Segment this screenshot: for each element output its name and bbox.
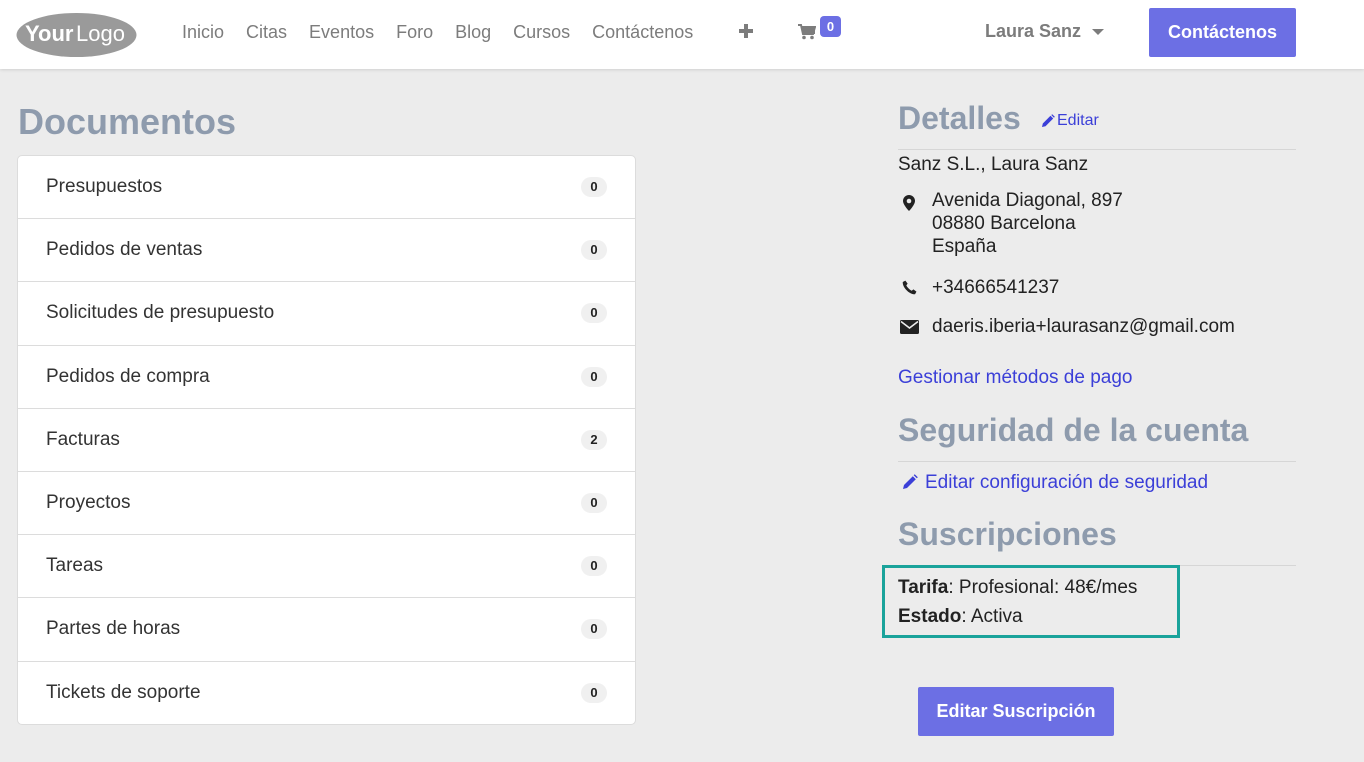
document-item-proyectos[interactable]: Proyectos 0 xyxy=(18,472,635,536)
phone-icon xyxy=(902,280,917,295)
user-name: Laura Sanz xyxy=(985,21,1082,41)
nav-link-citas[interactable]: Citas xyxy=(235,22,298,43)
nav-link-eventos[interactable]: Eventos xyxy=(298,22,385,43)
document-item-label: Proyectos xyxy=(46,492,131,514)
document-count-badge: 0 xyxy=(581,619,607,640)
document-count-badge: 0 xyxy=(581,493,607,514)
nav-link-blog[interactable]: Blog xyxy=(444,22,502,43)
details-divider xyxy=(898,149,1296,150)
plus-icon[interactable] xyxy=(738,22,754,40)
documents-title: Documentos xyxy=(18,101,237,142)
nav-link-contactenos[interactable]: Contáctenos xyxy=(581,22,704,43)
security-divider xyxy=(898,461,1296,462)
details-edit-label: Editar xyxy=(1057,112,1099,129)
document-item-partes-de-horas[interactable]: Partes de horas 0 xyxy=(18,598,635,662)
caret-down-icon xyxy=(1092,29,1105,35)
logo-image[interactable]: Your Logo xyxy=(16,10,137,58)
document-count-badge: 0 xyxy=(581,177,607,198)
document-count-badge: 0 xyxy=(581,303,607,324)
security-title: Seguridad de la cuenta xyxy=(898,412,1249,448)
edit-security-settings-link[interactable]: Editar configuración de seguridad xyxy=(925,472,1208,494)
document-count-badge: 0 xyxy=(581,366,607,387)
subscription-details-box: Tarifa: Profesional: 48€/mes Estado: Act… xyxy=(882,565,1180,638)
document-item-label: Pedidos de compra xyxy=(46,365,210,387)
document-item-pedidos-de-compra[interactable]: Pedidos de compra 0 xyxy=(18,346,635,409)
document-count-badge: 0 xyxy=(581,240,607,261)
subscriptions-title: Suscripciones xyxy=(898,516,1117,552)
navbar: Your Logo Inicio Citas Eventos Foro Blog… xyxy=(0,0,1364,69)
document-item-label: Tickets de soporte xyxy=(46,682,201,704)
document-item-label: Solicitudes de presupuesto xyxy=(46,302,275,324)
nav-link-inicio[interactable]: Inicio xyxy=(171,22,235,43)
logo-text-logo: Logo xyxy=(76,21,125,46)
documents-list: Presupuestos 0 Pedidos de ventas 0 Solic… xyxy=(17,155,636,725)
details-edit-link[interactable]: Editar xyxy=(1041,112,1099,130)
cart-count-badge: 0 xyxy=(820,16,841,37)
map-marker-icon xyxy=(903,195,915,211)
document-item-facturas[interactable]: Facturas 2 xyxy=(18,409,635,472)
document-item-label: Partes de horas xyxy=(46,618,181,640)
document-item-solicitudes-de-presupuesto[interactable]: Solicitudes de presupuesto 0 xyxy=(18,282,635,346)
document-item-label: Presupuestos xyxy=(46,176,163,198)
email-address: daeris.iberia+laurasanz@gmail.com xyxy=(932,316,1235,337)
document-item-label: Pedidos de ventas xyxy=(46,239,203,261)
plan-label: Tarifa xyxy=(898,577,949,598)
details-title: Detalles xyxy=(898,100,1021,136)
document-count-badge: 2 xyxy=(581,429,607,450)
cart-icon[interactable] xyxy=(798,24,816,40)
document-item-tareas[interactable]: Tareas 0 xyxy=(18,535,635,599)
pencil-icon xyxy=(1042,114,1055,127)
phone-number: +34666541237 xyxy=(932,277,1060,298)
document-item-pedidos-de-ventas[interactable]: Pedidos de ventas 0 xyxy=(18,219,635,283)
user-menu-toggle[interactable]: Laura Sanz xyxy=(985,21,1105,42)
address-line-2: 08880 Barcelona xyxy=(932,213,1076,234)
document-count-badge: 0 xyxy=(581,556,607,577)
nav-link-foro[interactable]: Foro xyxy=(385,22,444,43)
nav-link-cursos[interactable]: Cursos xyxy=(502,22,581,43)
document-item-presupuestos[interactable]: Presupuestos 0 xyxy=(18,156,635,220)
address-line-1: Avenida Diagonal, 897 xyxy=(932,190,1123,211)
manage-payment-methods-link[interactable]: Gestionar métodos de pago xyxy=(898,367,1133,389)
envelope-icon xyxy=(900,320,919,334)
main-nav: Inicio Citas Eventos Foro Blog Cursos Co… xyxy=(171,0,704,64)
logo-text-your: Your xyxy=(25,21,74,46)
subscription-status: Estado: Activa xyxy=(898,606,1023,628)
subscription-plan: Tarifa: Profesional: 48€/mes xyxy=(898,577,1137,599)
contact-button[interactable]: Contáctenos xyxy=(1149,8,1296,57)
pencil-icon xyxy=(903,474,918,489)
document-item-tickets-de-soporte[interactable]: Tickets de soporte 0 xyxy=(18,662,635,725)
status-label: Estado xyxy=(898,606,962,627)
status-value: : Activa xyxy=(961,606,1023,627)
document-item-label: Tareas xyxy=(46,555,104,577)
plan-value: : Profesional: 48€/mes xyxy=(948,577,1138,598)
document-item-label: Facturas xyxy=(46,428,120,450)
address-line-3: España xyxy=(932,236,997,257)
company-name: Sanz S.L., Laura Sanz xyxy=(898,154,1089,175)
edit-subscription-button[interactable]: Editar Suscripción xyxy=(918,687,1114,736)
document-count-badge: 0 xyxy=(581,683,607,704)
